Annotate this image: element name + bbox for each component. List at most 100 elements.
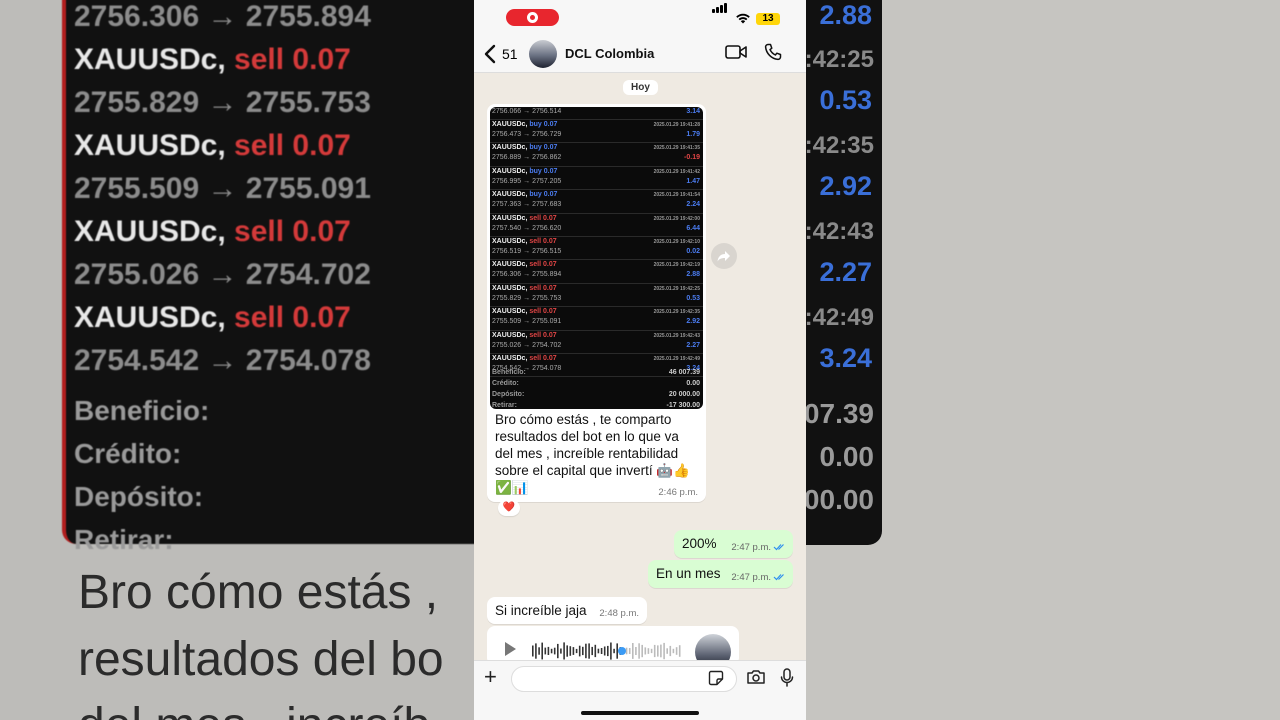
trade-profit: 1.47 <box>686 177 700 185</box>
back-unread-count[interactable]: 51 <box>502 46 518 62</box>
background-row: 2755.026 → 2754.702 <box>74 258 371 291</box>
trade-row: XAUUSDc, sell 0.07 2025.01.29 19:42:35 275… <box>490 307 703 331</box>
waveform-bar <box>610 642 612 660</box>
waveform-bar <box>585 643 587 659</box>
background-row: XAUUSDc, sell 0.07 <box>74 215 351 248</box>
trade-row: XAUUSDc, sell 0.07 2025.01.29 19:42:00 275… <box>490 214 703 237</box>
trade-prices: 2755.026 → 2754.702 <box>492 341 562 349</box>
background-caption-line: del mes , increíb <box>78 698 430 720</box>
waveform-bar <box>607 645 609 657</box>
background-row: 2756.306 → 2755.894 <box>74 0 371 33</box>
trade-prices: 2756.473 → 2756.729 <box>492 131 562 138</box>
background-profit: 0.53 <box>819 85 872 115</box>
background-time: 9:42:49 <box>806 304 874 331</box>
play-icon[interactable] <box>505 642 516 656</box>
screen-recording-indicator[interactable] <box>506 9 559 26</box>
waveform-bar <box>538 647 540 655</box>
trade-time: 2025.01.29 19:41:54 <box>653 192 700 199</box>
microphone-icon[interactable] <box>780 668 794 688</box>
trade-prices: 2756.995 → 2757.205 <box>492 177 562 185</box>
waveform-bar <box>625 647 628 655</box>
trade-summary-row: Depósito: 20 000.00 <box>492 391 700 398</box>
message-text: Si increíble jaja <box>495 603 587 618</box>
trade-row: XAUUSDc, sell 0.07 2025.01.29 19:42:43 275… <box>490 331 703 354</box>
incoming-message[interactable]: Si increíble jaja 2:48 p.m. <box>487 597 647 624</box>
wifi-icon <box>735 12 751 27</box>
waveform-bar <box>594 644 597 658</box>
message-time: 2:47 p.m. <box>731 572 771 583</box>
trade-prices: 2757.363 → 2757.683 <box>492 201 562 209</box>
waveform-bar <box>575 648 578 654</box>
waveform-bar <box>641 644 643 658</box>
heart-reaction[interactable]: ❤️ <box>498 500 520 516</box>
background-summary-label: Retirar: <box>74 524 174 555</box>
camera-icon[interactable] <box>746 669 766 685</box>
trade-symbol: XAUUSDc, buy 0.07 <box>492 121 558 128</box>
message-composer: + <box>474 660 806 720</box>
waveform-bar <box>616 643 618 659</box>
trade-prices: 2755.509 → 2755.091 <box>492 318 562 326</box>
waveform-bar <box>613 648 615 654</box>
background-profit: 2.88 <box>819 0 872 30</box>
waveform-bar <box>628 648 631 654</box>
message-text: 200% <box>682 536 717 551</box>
summary-value: 46 007.39 <box>668 369 700 376</box>
incoming-image-message[interactable]: 2756.066 → 2756.514 3.14 XAUUSDc, buy 0.07… <box>487 104 706 502</box>
background-summary-value: 07.39 <box>806 398 874 429</box>
waveform-bar <box>660 644 662 658</box>
date-separator: Hoy <box>623 80 658 95</box>
outgoing-message[interactable]: 200% 2:47 p.m. <box>674 530 793 558</box>
plus-icon[interactable]: + <box>484 666 497 688</box>
trade-row: XAUUSDc, buy 0.07 2025.01.29 19:41:42 2756… <box>490 167 703 191</box>
waveform-bar <box>632 643 634 659</box>
outgoing-message[interactable]: En un mes 2:47 p.m. <box>648 560 793 588</box>
read-receipt-icon <box>773 544 784 551</box>
trade-prices: 2757.540 → 2756.620 <box>492 224 562 232</box>
waveform-bar <box>638 643 640 659</box>
background-row: 2754.542 → 2754.078 <box>74 344 371 377</box>
video-call-icon[interactable] <box>725 44 747 60</box>
waveform-bar <box>666 648 668 654</box>
waveform-bar <box>563 642 565 660</box>
background-row: XAUUSDc, sell 0.07 <box>74 301 351 334</box>
trade-profit: 2.24 <box>686 201 700 209</box>
trade-profit: 0.53 <box>686 294 700 302</box>
summary-value: -17 300.00 <box>666 402 700 409</box>
trade-row: XAUUSDc, buy 0.07 2025.01.29 19:41:54 2757… <box>490 190 703 214</box>
message-time: 2:46 p.m. <box>658 487 698 498</box>
contact-name[interactable]: DCL Colombia <box>565 46 654 61</box>
status-bar: 13 <box>474 0 806 36</box>
trade-history-screenshot[interactable]: 2756.066 → 2756.514 3.14 XAUUSDc, buy 0.07… <box>490 107 703 409</box>
background-profit: 2.27 <box>819 257 872 287</box>
background-time: 9:42:25 <box>806 46 874 73</box>
voice-waveform[interactable] <box>532 640 682 662</box>
forward-arrow-icon <box>717 251 730 262</box>
message-input[interactable] <box>511 666 737 692</box>
trade-time: 2025.01.29 19:42:19 <box>653 262 700 269</box>
forward-button[interactable] <box>711 243 737 269</box>
waveform-bar <box>669 645 672 657</box>
waveform-bar <box>653 644 656 658</box>
message-time: 2:48 p.m. <box>599 608 639 619</box>
contact-avatar[interactable] <box>529 40 557 68</box>
waveform-bar <box>650 648 653 654</box>
chat-header: 51 DCL Colombia <box>474 36 806 73</box>
trade-symbol: XAUUSDc, sell 0.07 <box>492 308 557 316</box>
trade-summary-row: Retirar: -17 300.00 <box>492 402 700 409</box>
waveform-bar <box>597 648 600 654</box>
background-row: 2755.509 → 2755.091 <box>74 172 371 205</box>
phone-call-icon[interactable] <box>764 43 782 61</box>
waveform-bar <box>603 646 606 656</box>
trade-symbol: XAUUSDc, sell 0.07 <box>492 214 557 222</box>
sticker-icon[interactable] <box>708 670 724 686</box>
back-chevron-icon[interactable] <box>484 44 496 64</box>
background-trade-panel-right: 2.88 9:42:25 0.53 9:42:35 2.92 9:42:43 2… <box>806 0 882 545</box>
waveform-bar <box>647 648 650 654</box>
background-left: 2756.306 → 2755.894 XAUUSDc, sell 0.07 275… <box>0 0 474 720</box>
trade-row: XAUUSDc, buy 0.07 2025.01.29 19:41:35 2756… <box>490 143 703 167</box>
background-summary-value: 0.00 <box>819 441 875 472</box>
trade-row: 2756.066 → 2756.514 3.14 <box>490 107 703 120</box>
trade-time: 2025.01.29 19:42:35 <box>653 309 700 316</box>
trade-summary-row: Beneficio: 46 007.39 <box>492 369 700 376</box>
playback-knob <box>618 647 626 655</box>
